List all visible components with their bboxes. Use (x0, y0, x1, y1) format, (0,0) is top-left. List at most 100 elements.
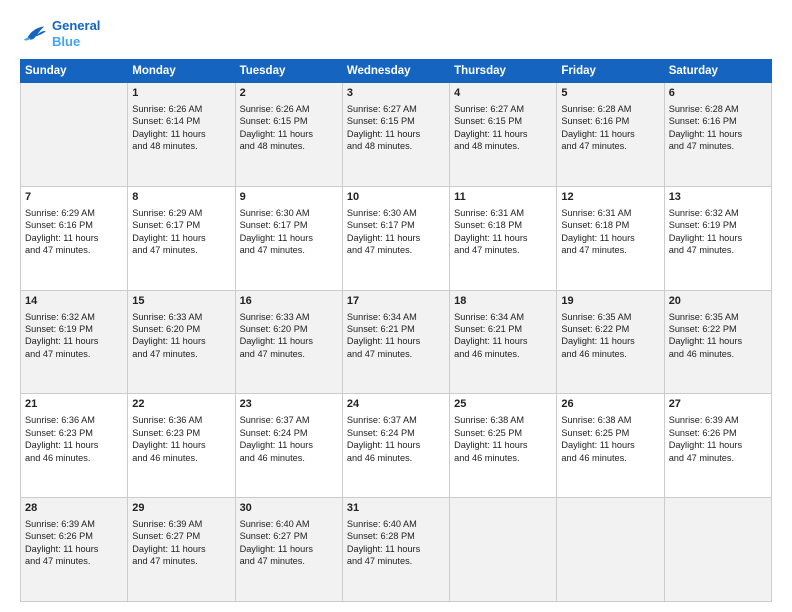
day-info: Daylight: 11 hours (132, 335, 230, 347)
day-info: Daylight: 11 hours (669, 232, 767, 244)
day-info: Sunrise: 6:40 AM (347, 518, 445, 530)
weekday-header: Sunday (21, 60, 128, 83)
day-info: Sunset: 6:19 PM (669, 219, 767, 231)
weekday-header: Wednesday (342, 60, 449, 83)
day-info: Sunset: 6:27 PM (132, 530, 230, 542)
day-number: 5 (561, 86, 659, 101)
day-info: Sunset: 6:22 PM (561, 323, 659, 335)
day-info: Sunrise: 6:27 AM (347, 103, 445, 115)
day-info: and 46 minutes. (454, 452, 552, 464)
day-info: Sunset: 6:27 PM (240, 530, 338, 542)
day-info: Daylight: 11 hours (25, 439, 123, 451)
day-info: Sunrise: 6:28 AM (669, 103, 767, 115)
day-info: Sunset: 6:16 PM (669, 115, 767, 127)
day-info: Daylight: 11 hours (347, 232, 445, 244)
day-info: Sunrise: 6:31 AM (561, 207, 659, 219)
day-info: and 46 minutes. (561, 348, 659, 360)
day-info: and 46 minutes. (561, 452, 659, 464)
calendar-cell: 13 Sunrise: 6:32 AMSunset: 6:19 PMDayligh… (664, 186, 771, 290)
day-info: and 47 minutes. (347, 555, 445, 567)
calendar-cell: 3Sunrise: 6:27 AMSunset: 6:15 PMDaylight… (342, 83, 449, 187)
calendar-cell: 9Sunrise: 6:30 AMSunset: 6:17 PMDaylight… (235, 186, 342, 290)
day-info: Daylight: 11 hours (25, 335, 123, 347)
day-info: Sunrise: 6:26 AM (132, 103, 230, 115)
calendar-cell: 27Sunrise: 6:39 AMSunset: 6:26 PMDayligh… (664, 394, 771, 498)
day-info: Daylight: 11 hours (132, 439, 230, 451)
day-info: Daylight: 11 hours (454, 439, 552, 451)
day-info: Daylight: 11 hours (454, 335, 552, 347)
day-info: and 48 minutes. (347, 140, 445, 152)
day-info: and 47 minutes. (561, 244, 659, 256)
day-info: Sunrise: 6:36 AM (132, 414, 230, 426)
day-info: and 46 minutes. (669, 348, 767, 360)
day-number: 22 (132, 397, 230, 412)
day-info: Sunrise: 6:30 AM (240, 207, 338, 219)
day-info: Sunrise: 6:30 AM (347, 207, 445, 219)
day-info: Sunset: 6:24 PM (240, 427, 338, 439)
calendar-cell: 24Sunrise: 6:37 AMSunset: 6:24 PMDayligh… (342, 394, 449, 498)
day-info: and 47 minutes. (25, 244, 123, 256)
day-info: and 47 minutes. (132, 244, 230, 256)
day-number: 13 (669, 190, 767, 205)
calendar-cell: 22 Sunrise: 6:36 AMSunset: 6:23 PMDayligh… (128, 394, 235, 498)
day-info: Daylight: 11 hours (561, 232, 659, 244)
day-info: Sunset: 6:17 PM (132, 219, 230, 231)
day-info: Daylight: 11 hours (132, 128, 230, 140)
day-info: Sunrise: 6:34 AM (454, 311, 552, 323)
calendar-cell: 31Sunrise: 6:40 AMSunset: 6:28 PMDayligh… (342, 498, 449, 602)
day-number: 31 (347, 501, 445, 516)
calendar-cell: 16Sunrise: 6:33 AMSunset: 6:20 PMDayligh… (235, 290, 342, 394)
day-info: and 47 minutes. (347, 348, 445, 360)
day-info: Sunrise: 6:32 AM (669, 207, 767, 219)
day-info: and 47 minutes. (347, 244, 445, 256)
calendar-cell: 7Sunrise: 6:29 AMSunset: 6:16 PMDaylight… (21, 186, 128, 290)
calendar-cell: 4Sunrise: 6:27 AMSunset: 6:15 PMDaylight… (450, 83, 557, 187)
calendar-row: 1Sunrise: 6:26 AMSunset: 6:14 PMDaylight… (21, 83, 772, 187)
day-info: Sunset: 6:16 PM (25, 219, 123, 231)
day-info: and 47 minutes. (132, 555, 230, 567)
day-number: 10 (347, 190, 445, 205)
day-number: 2 (240, 86, 338, 101)
day-info: Sunrise: 6:37 AM (347, 414, 445, 426)
day-info: Sunrise: 6:29 AM (25, 207, 123, 219)
calendar-row: 14Sunrise: 6:32 AMSunset: 6:19 PMDayligh… (21, 290, 772, 394)
day-info: Sunrise: 6:39 AM (669, 414, 767, 426)
day-info: Daylight: 11 hours (347, 439, 445, 451)
day-info: Sunrise: 6:31 AM (454, 207, 552, 219)
day-number: 16 (240, 294, 338, 309)
calendar-table: SundayMondayTuesdayWednesdayThursdayFrid… (20, 59, 772, 602)
logo-bird-icon (20, 23, 48, 45)
day-info: Sunset: 6:19 PM (25, 323, 123, 335)
day-info: Daylight: 11 hours (347, 335, 445, 347)
day-info: and 46 minutes. (454, 348, 552, 360)
day-number: 7 (25, 190, 123, 205)
day-info: Sunset: 6:15 PM (454, 115, 552, 127)
day-info: Daylight: 11 hours (240, 335, 338, 347)
day-info: Sunrise: 6:26 AM (240, 103, 338, 115)
weekday-header: Monday (128, 60, 235, 83)
day-info: Sunset: 6:22 PM (669, 323, 767, 335)
day-info: and 47 minutes. (240, 555, 338, 567)
day-info: Sunset: 6:18 PM (561, 219, 659, 231)
weekday-header: Thursday (450, 60, 557, 83)
day-number: 20 (669, 294, 767, 309)
calendar-cell (664, 498, 771, 602)
day-info: Daylight: 11 hours (132, 543, 230, 555)
calendar-cell (557, 498, 664, 602)
calendar-cell: 17Sunrise: 6:34 AMSunset: 6:21 PMDayligh… (342, 290, 449, 394)
day-info: and 47 minutes. (132, 348, 230, 360)
day-number: 6 (669, 86, 767, 101)
day-number: 11 (454, 190, 552, 205)
day-info: Sunset: 6:16 PM (561, 115, 659, 127)
calendar-cell: 19Sunrise: 6:35 AMSunset: 6:22 PMDayligh… (557, 290, 664, 394)
calendar-cell: 11Sunrise: 6:31 AMSunset: 6:18 PMDayligh… (450, 186, 557, 290)
day-number: 12 (561, 190, 659, 205)
calendar-cell: 26Sunrise: 6:38 AMSunset: 6:25 PMDayligh… (557, 394, 664, 498)
day-info: Sunset: 6:23 PM (132, 427, 230, 439)
day-info: and 46 minutes. (240, 452, 338, 464)
day-number: 15 (132, 294, 230, 309)
calendar-cell (21, 83, 128, 187)
logo: General Blue (20, 18, 100, 49)
calendar-cell: 8Sunrise: 6:29 AMSunset: 6:17 PMDaylight… (128, 186, 235, 290)
day-info: Sunset: 6:20 PM (132, 323, 230, 335)
